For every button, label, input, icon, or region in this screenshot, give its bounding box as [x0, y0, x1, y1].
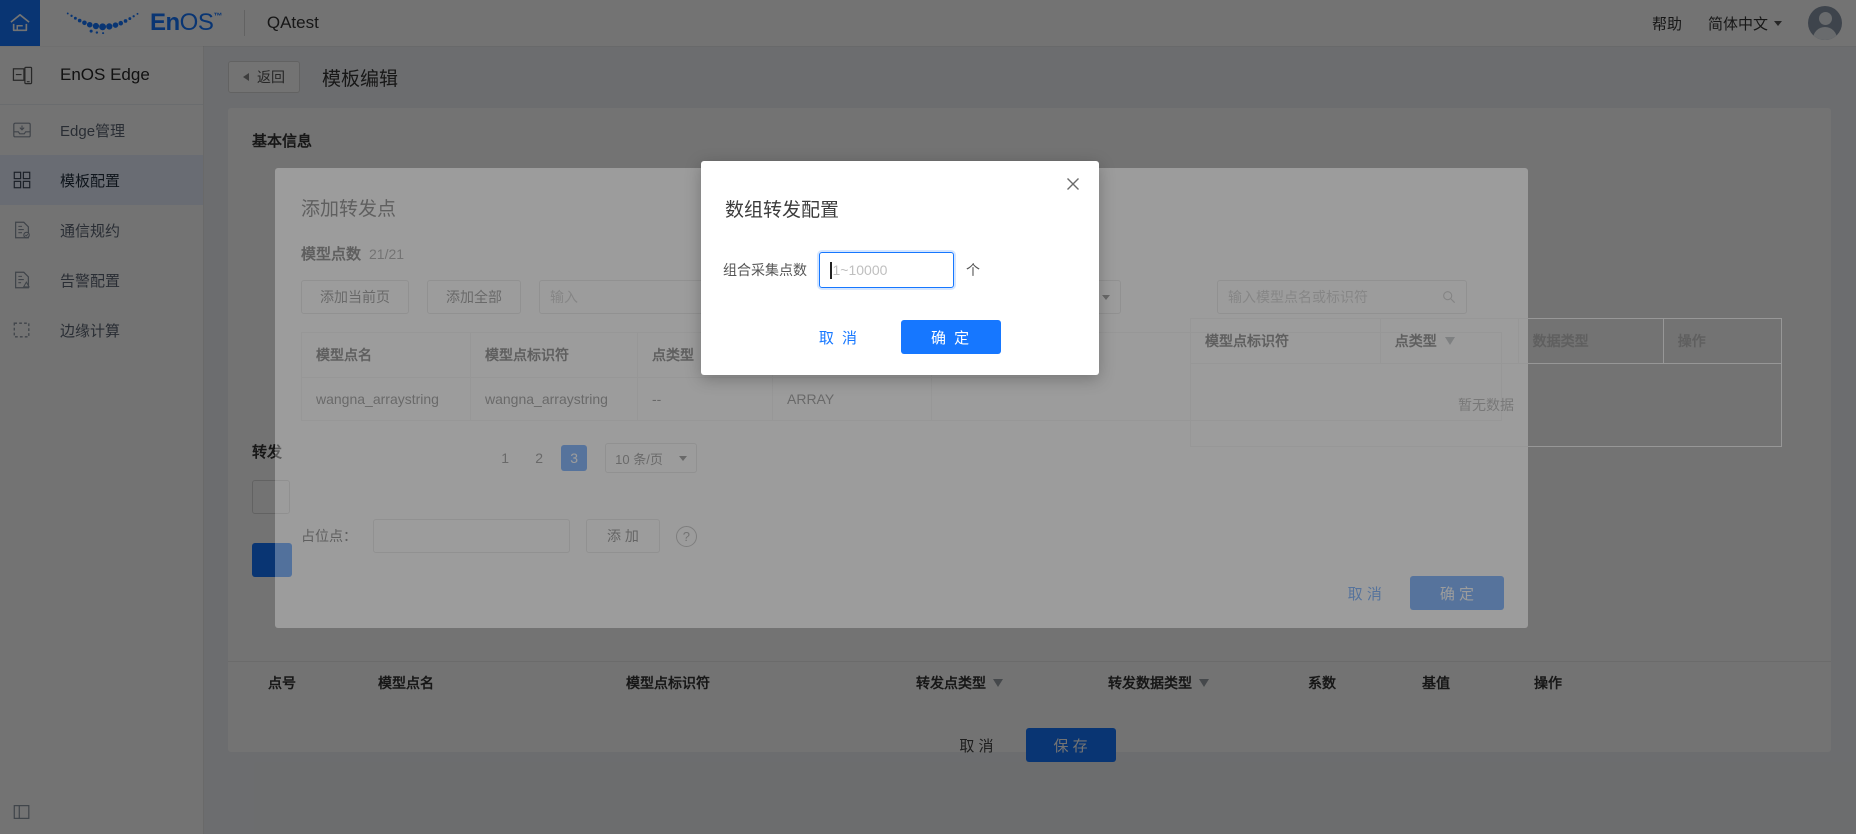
column-label: 点类型: [652, 347, 694, 363]
collect-point-count-input[interactable]: 1~10000: [819, 252, 954, 288]
right-panel-search-input[interactable]: 输入模型点名或标识符: [1217, 280, 1467, 314]
cell-model-point-name: wangna_arraystring: [302, 377, 471, 420]
dialog-footer: 取 消 确 定: [1334, 576, 1504, 610]
model-points-label: 模型点数: [301, 246, 362, 263]
add-current-page-button[interactable]: 添加当前页: [301, 280, 409, 314]
chevron-down-icon: [1102, 294, 1110, 300]
pagination: 1 2 3 10 条/页: [275, 443, 915, 473]
text-caret: [830, 261, 832, 279]
collect-point-count-field: 组合采集点数 1~10000 个: [701, 222, 1099, 288]
page-size-label: 10 条/页: [615, 451, 663, 467]
page-button-1[interactable]: 1: [493, 445, 517, 471]
filter-funnel-icon[interactable]: [1444, 337, 1455, 345]
dialog-actions: 取 消 确 定: [701, 320, 1099, 354]
column-header-model-point-identifier: 模型点标识符: [471, 333, 638, 377]
empty-text: 暂无数据: [1458, 397, 1514, 413]
placeholder-point-row: 占位点： 添 加 ?: [275, 473, 1528, 553]
right-search-placeholder: 输入模型点名或标识符: [1228, 289, 1368, 305]
column-header-model-point-name: 模型点名: [302, 333, 471, 377]
input-placeholder: 1~10000: [832, 262, 888, 278]
cell-point-type: --: [638, 377, 773, 420]
question-mark-icon[interactable]: ?: [675, 525, 697, 547]
column-header-point-type[interactable]: 点类型: [1381, 319, 1519, 363]
cell-model-point-identifier: wangna_arraystring: [471, 377, 638, 420]
field-label: 组合采集点数: [723, 262, 807, 278]
cancel-button[interactable]: 取 消: [799, 320, 879, 354]
right-selected-points-table: 模型点标识符 点类型 数据类型 操作 暂无数据: [1190, 318, 1782, 447]
dialog-title: 数组转发配置: [725, 200, 840, 221]
add-placeholder-button[interactable]: 添 加: [586, 519, 660, 553]
confirm-button[interactable]: 确 定: [901, 320, 1002, 354]
right-table-empty-state: 暂无数据: [1190, 364, 1782, 447]
chevron-down-icon: [678, 455, 687, 461]
cell-data-type: ARRAY: [773, 377, 932, 420]
field-unit: 个: [966, 262, 980, 278]
page-button-2[interactable]: 2: [527, 445, 551, 471]
search-icon: [1443, 291, 1456, 304]
column-label: 点类型: [1394, 333, 1437, 349]
dialog-confirm-button[interactable]: 确 定: [1409, 576, 1504, 610]
placeholder-point-label: 占位点：: [301, 528, 357, 544]
page-button-3[interactable]: 3: [561, 445, 588, 471]
close-icon[interactable]: [1063, 174, 1083, 194]
array-forward-config-dialog: 数组转发配置 组合采集点数 1~10000 个 取 消 确 定: [701, 161, 1099, 375]
dialog-cancel-button[interactable]: 取 消: [1334, 576, 1396, 610]
column-header-model-point-identifier: 模型点标识符: [1191, 319, 1381, 363]
page-size-select[interactable]: 10 条/页: [605, 443, 697, 473]
model-points-value: 21/21: [369, 246, 405, 262]
table-header-row: 模型点标识符 点类型 数据类型 操作: [1190, 318, 1782, 364]
column-header-operations: 操作: [1677, 333, 1706, 349]
column-header-data-type: 数据类型: [1519, 319, 1664, 363]
placeholder-point-input[interactable]: [373, 519, 570, 553]
cell-operations[interactable]: [932, 377, 1040, 420]
add-all-button[interactable]: 添加全部: [427, 280, 521, 314]
